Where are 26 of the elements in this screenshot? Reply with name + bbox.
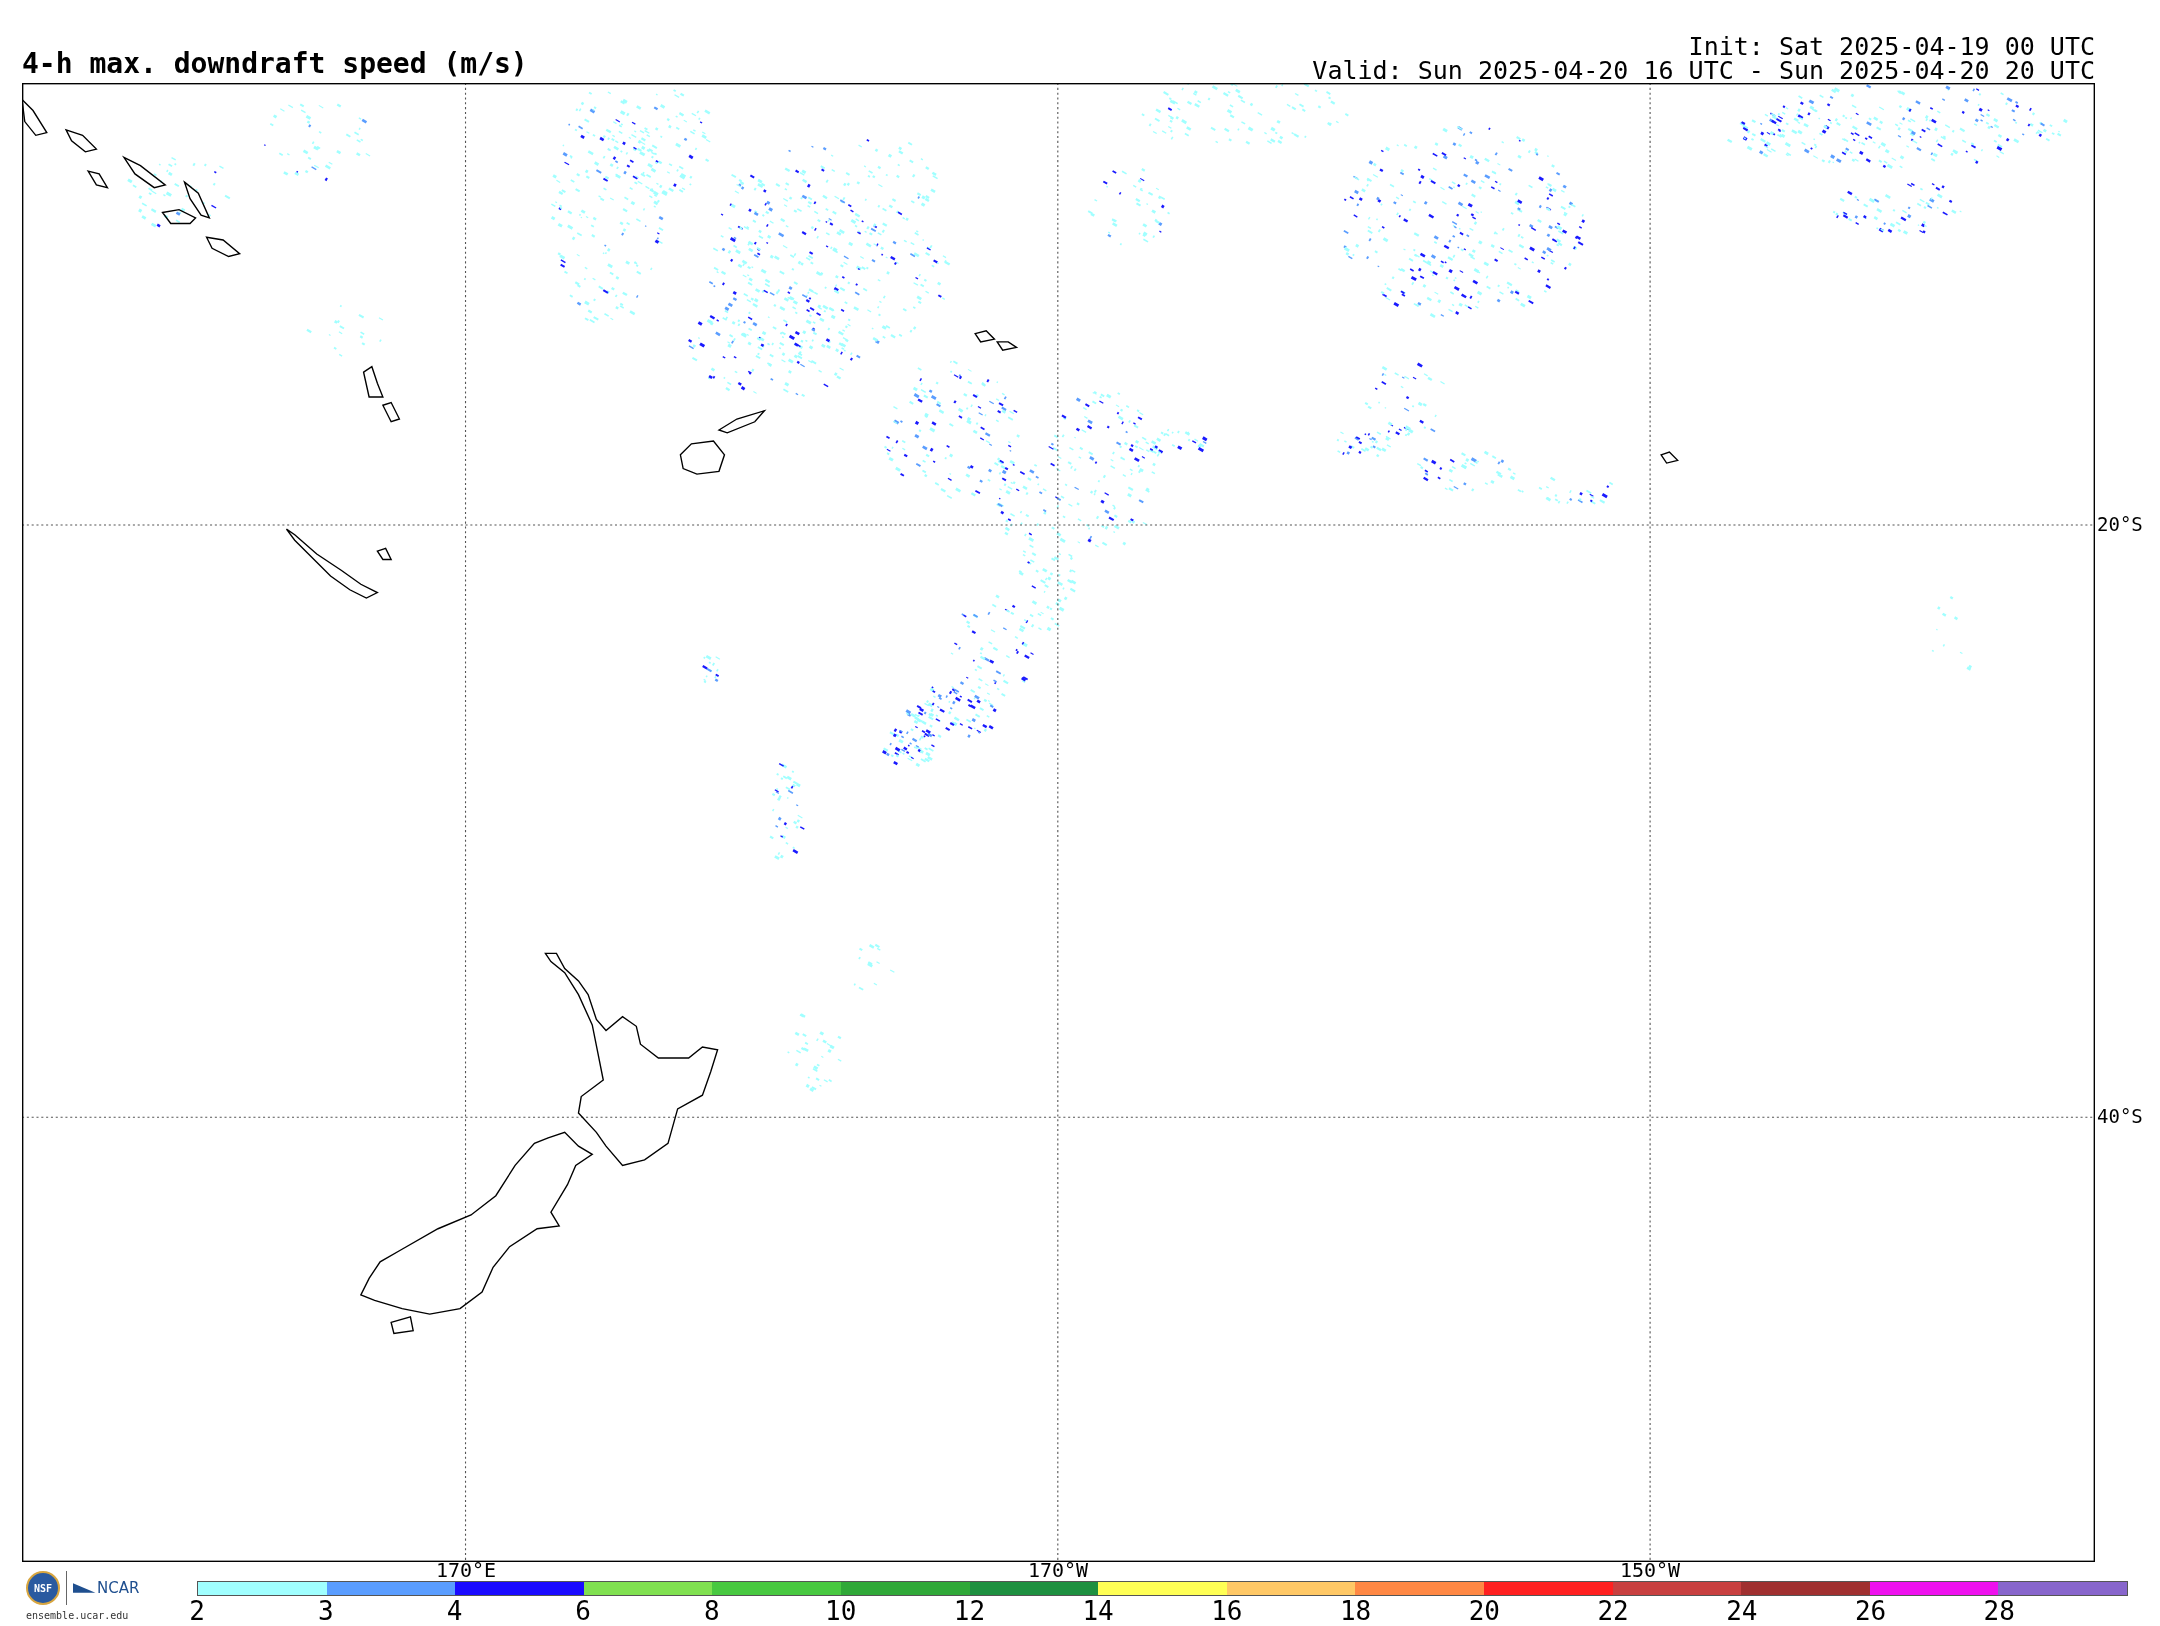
latitude-label: 20°S: [2097, 513, 2143, 535]
nsf-logo: NSF: [26, 1571, 60, 1605]
colorbar-tick-label: 12: [953, 1596, 986, 1626]
colorbar-tick-label: 24: [1726, 1596, 1758, 1626]
site-url: ensemble.ucar.edu: [26, 1610, 129, 1621]
colorbar-tick-label: 8: [704, 1596, 720, 1626]
init-time: Init: Sat 2025-04-19 00 UTC: [1688, 35, 2095, 59]
latitude-label: 40°S: [2097, 1105, 2143, 1127]
chart-title: 4-h max. downdraft speed (m/s): [22, 47, 528, 82]
colorbar-tick-label: 6: [575, 1596, 591, 1626]
valid-time: Valid: Sun 2025-04-20 16 UTC - Sun 2025-04-20 20 UTC: [1312, 59, 2095, 83]
colorbar-tick-label: 16: [1211, 1596, 1243, 1626]
ncar-logo: NCAR: [97, 1579, 140, 1597]
colorbar-tick-label: 4: [446, 1596, 463, 1626]
colorbar-tick-label: 3: [317, 1596, 334, 1626]
colorbar-tick-label: 28: [1983, 1596, 2015, 1626]
longitude-label: 150°W: [1618, 1560, 1682, 1580]
colorbar-tick-label: 20: [1468, 1596, 1500, 1626]
colorbar-tick-label: 10: [825, 1596, 857, 1626]
longitude-label: 170°E: [434, 1560, 498, 1580]
colorbar-tick-label: 26: [1854, 1596, 1887, 1626]
colorbar-tick-label: 2: [189, 1596, 205, 1626]
longitude-label: 170°W: [1026, 1560, 1090, 1580]
colorbar-tick-label: 14: [1082, 1596, 1114, 1626]
colorbar-tick-label: 22: [1597, 1596, 1629, 1626]
colorbar-tick-label: 18: [1339, 1596, 1372, 1626]
